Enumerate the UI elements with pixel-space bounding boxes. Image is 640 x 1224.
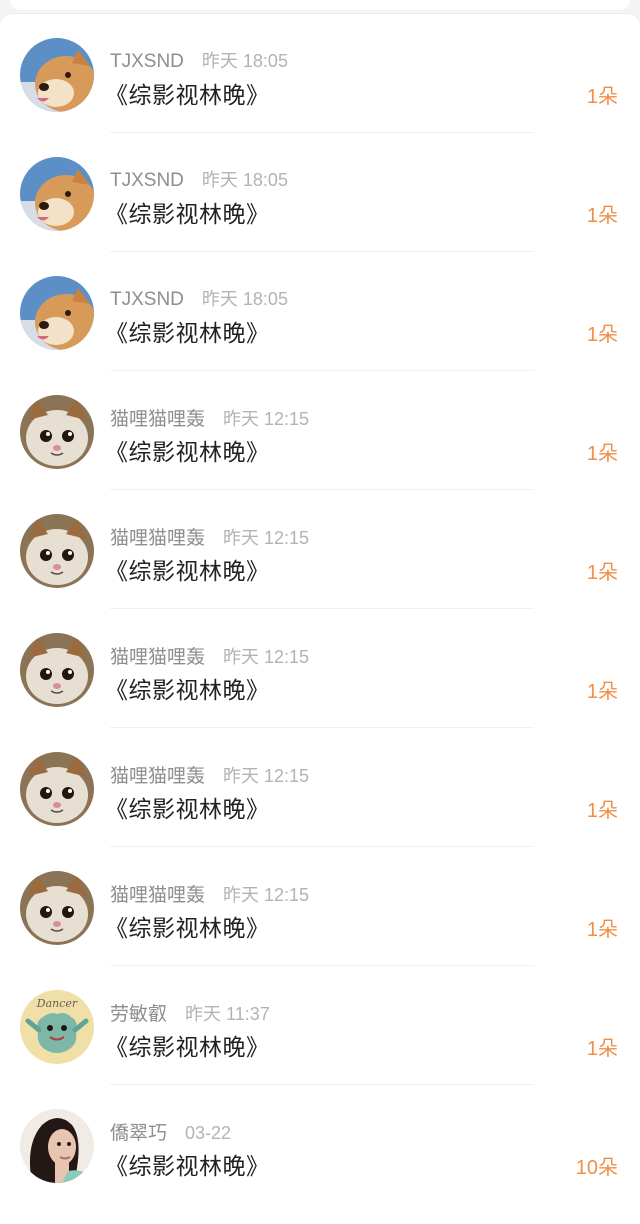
shiba-dog-avatar[interactable] [20,276,94,350]
username-line: 猫哩猫哩轰 昨天 12:15 [110,761,309,788]
username[interactable]: 僑翠巧 [110,1123,167,1144]
gift-amount: 1朵 [586,86,618,108]
dancer-cartoon-avatar[interactable]: Dancer [20,990,94,1064]
gift-amount: 1朵 [586,562,618,584]
username[interactable]: 猫哩猫哩轰 [110,885,205,906]
gift-message: 《综影视林晚》 [105,558,270,584]
username[interactable]: TJXSND [110,289,184,310]
gift-amount: 1朵 [586,205,618,227]
timestamp: 昨天 18:05 [201,170,288,190]
timestamp: 昨天 12:15 [223,409,310,429]
list-item[interactable]: 猫哩猫哩轰 昨天 12:15 《综影视林晚》 1朵 [0,371,640,490]
username-line: 僑翠巧 03-22 [110,1118,231,1145]
username-line: TJXSND 昨天 18:05 [110,166,288,192]
timestamp: 昨天 11:37 [185,1004,270,1024]
timestamp: 昨天 18:05 [201,289,288,309]
gift-amount: 1朵 [586,1038,618,1060]
username[interactable]: 劳敏叡 [110,1004,167,1025]
username[interactable]: 猫哩猫哩轰 [110,766,205,787]
gift-message: 《综影视林晚》 [105,320,270,346]
username-line: 猫哩猫哩轰 昨天 12:15 [110,880,309,907]
list-item[interactable]: Dancer 劳敏叡 昨天 11:37 《综影视林晚》 1朵 [0,966,640,1085]
username-line: 劳敏叡 昨天 11:37 [110,999,270,1026]
timestamp: 昨天 12:15 [223,647,310,667]
gift-amount: 1朵 [586,324,618,346]
gift-record-list: TJXSND 昨天 18:05 《综影视林晚》 1朵 TJXSND 昨天 18:05… [0,14,640,1224]
cat-avatar[interactable] [20,633,94,707]
timestamp: 03-22 [185,1123,232,1143]
username[interactable]: 猫哩猫哩轰 [110,409,205,430]
list-item[interactable]: TJXSND 昨天 18:05 《综影视林晚》 1朵 [0,14,640,133]
username[interactable]: TJXSND [110,51,184,72]
cat-avatar[interactable] [20,395,94,469]
gift-message: 《综影视林晚》 [105,439,270,465]
gift-message: 《综影视林晚》 [105,82,270,108]
gift-message: 《综影视林晚》 [105,1034,270,1060]
list-item[interactable]: 猫哩猫哩轰 昨天 12:15 《综影视林晚》 1朵 [0,728,640,847]
list-item[interactable]: 猫哩猫哩轰 昨天 12:15 《综影视林晚》 1朵 [0,490,640,609]
top-strip [0,0,640,14]
gift-message: 《综影视林晚》 [105,201,270,227]
gift-message: 《综影视林晚》 [105,677,270,703]
username-line: 猫哩猫哩轰 昨天 12:15 [110,523,309,550]
timestamp: 昨天 18:05 [201,51,288,71]
woman-photo-avatar[interactable] [20,1109,94,1183]
cat-avatar[interactable] [20,752,94,826]
gift-amount: 1朵 [586,919,618,941]
username[interactable]: 猫哩猫哩轰 [110,528,205,549]
gift-message: 《综影视林晚》 [105,915,270,941]
list-item[interactable]: 僑翠巧 03-22 《综影视林晚》 10朵 [0,1085,640,1204]
gift-amount: 1朵 [586,443,618,465]
username-line: TJXSND 昨天 18:05 [110,285,288,311]
username-line: 猫哩猫哩轰 昨天 12:15 [110,404,309,431]
list-item[interactable]: TJXSND 昨天 18:05 《综影视林晚》 1朵 [0,133,640,252]
timestamp: 昨天 12:15 [223,885,310,905]
gift-message: 《综影视林晚》 [105,1153,270,1179]
gift-message: 《综影视林晚》 [105,796,270,822]
gift-amount: 1朵 [586,681,618,703]
list-item[interactable]: 猫哩猫哩轰 昨天 12:15 《综影视林晚》 1朵 [0,609,640,728]
timestamp: 昨天 12:15 [223,528,310,548]
avatar-lettering: Dancer [36,997,78,1010]
list-item[interactable]: TJXSND 昨天 18:05 《综影视林晚》 1朵 [0,252,640,371]
username-line: TJXSND 昨天 18:05 [110,47,288,73]
shiba-dog-avatar[interactable] [20,157,94,231]
gift-amount: 1朵 [586,800,618,822]
cat-avatar[interactable] [20,871,94,945]
timestamp: 昨天 12:15 [223,766,310,786]
username[interactable]: 猫哩猫哩轰 [110,647,205,668]
previous-card-edge [10,0,630,10]
list-item[interactable]: 猫哩猫哩轰 昨天 12:15 《综影视林晚》 1朵 [0,847,640,966]
gift-amount: 10朵 [575,1157,618,1179]
cat-avatar[interactable] [20,514,94,588]
username[interactable]: TJXSND [110,170,184,191]
username-line: 猫哩猫哩轰 昨天 12:15 [110,642,309,669]
shiba-dog-avatar[interactable] [20,38,94,112]
